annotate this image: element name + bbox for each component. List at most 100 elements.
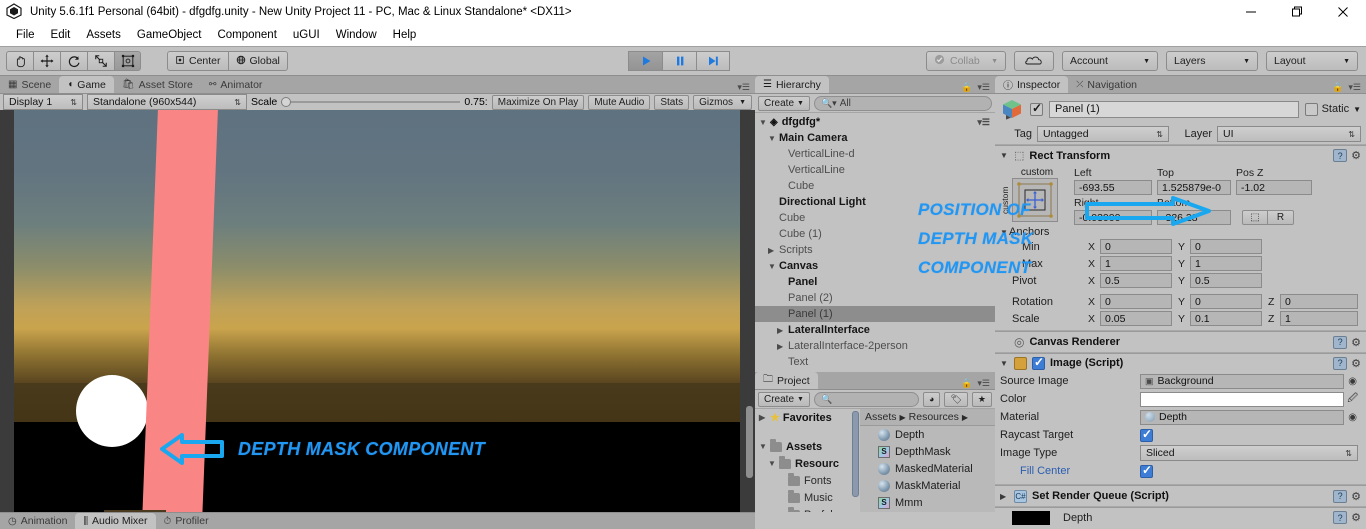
menu-assets[interactable]: Assets [78,27,129,43]
minimize-button[interactable] [1228,0,1274,24]
tag-dropdown[interactable]: Untagged ⇅ [1037,126,1169,142]
chevron-right-icon[interactable]: ▶ [759,413,770,422]
lock-icon[interactable]: 🔒 [961,378,972,389]
chevron-down-icon[interactable]: ▼ [1000,151,1009,160]
fill-center-checkbox[interactable] [1140,463,1153,478]
object-picker-icon[interactable]: ◉ [1348,376,1357,387]
tab-navigation[interactable]: ⤫ Navigation [1068,76,1145,93]
lock-icon[interactable]: 🔒 [1332,82,1343,93]
rect-transform-header[interactable]: ▼ ⬚ Rect Transform ? ⚙ [995,145,1366,165]
anchor-min-y-field[interactable]: 0 [1190,239,1262,254]
gear-icon[interactable]: ⚙ [1351,336,1361,349]
image-enabled-checkbox[interactable] [1032,355,1045,370]
pause-button[interactable] [662,51,696,71]
chevron-right-icon[interactable]: ▶ [1000,492,1009,501]
gizmos-button[interactable]: Gizmos ▼ [693,94,752,110]
chevron-down-icon[interactable]: ▼ [759,442,770,451]
play-button[interactable] [628,51,662,71]
hierarchy-item[interactable]: Panel (2) [755,290,995,306]
project-create-button[interactable]: Create ▼ [758,391,810,407]
rect-tool-button[interactable] [114,51,141,71]
rotation-z-field[interactable]: 0 [1280,294,1358,309]
filter-by-label-button[interactable]: 🏷 [944,391,968,407]
gear-icon[interactable]: ⚙ [1351,149,1361,162]
panel-menu-icon[interactable]: ▾☰ [977,378,990,389]
project-folder-item[interactable]: Fonts [755,472,860,489]
menu-ugui[interactable]: uGUI [285,27,328,43]
set-render-queue-header[interactable]: ▶ C# Set Render Queue (Script) ? ⚙ [995,485,1366,506]
maximize-on-play-button[interactable]: Maximize On Play [491,94,585,110]
filter-by-type-button[interactable]: ◕ [923,391,941,407]
pivot-y-field[interactable]: 0.5 [1190,273,1262,288]
hierarchy-scene-root[interactable]: ▼ ◈ dfgdfg* ▾☰ [755,114,995,130]
panel-menu-icon[interactable]: ▾☰ [977,117,995,128]
top-field[interactable]: 1.525879e-0 [1157,180,1231,195]
panel-menu-icon[interactable]: ▾☰ [977,82,990,93]
help-icon[interactable]: ? [1333,149,1348,162]
panel-menu-icon[interactable]: ▾☰ [737,82,750,93]
project-folder-item[interactable]: ▼ Resourc [755,455,860,472]
tab-game[interactable]: ◖ Game [59,76,114,93]
asset-item[interactable]: MaskMaterial [860,477,995,494]
chevron-right-icon[interactable]: ▶ [777,326,788,335]
tab-project[interactable]: 🗀 Project [755,372,818,389]
cloud-button[interactable] [1014,51,1054,71]
chevron-right-icon[interactable]: ▶ [768,246,779,255]
color-swatch-field[interactable] [1140,391,1345,407]
asset-item[interactable]: ReverseMask [860,511,995,512]
asset-item[interactable]: MaskedMaterial [860,460,995,477]
hierarchy-item[interactable]: VerticalLine-d [755,146,995,162]
layer-dropdown[interactable]: UI ⇅ [1217,126,1361,142]
scale-tool-button[interactable] [87,51,114,71]
lock-icon[interactable]: 🔒 [961,82,972,93]
chevron-right-icon[interactable]: ▶ [777,342,788,351]
tab-animation[interactable]: ◷ Animation [0,513,75,529]
mute-audio-button[interactable]: Mute Audio [588,94,651,110]
blueprint-mode-button[interactable]: ⬚ [1242,210,1268,225]
scale-slider[interactable] [281,96,461,108]
chevron-down-icon[interactable]: ▼ [768,262,779,271]
chevron-down-icon[interactable]: ▼ [768,134,779,143]
stats-button[interactable]: Stats [654,94,690,110]
anchor-max-x-field[interactable]: 1 [1100,256,1172,271]
move-tool-button[interactable] [33,51,60,71]
tab-asset-store[interactable]: 🛍 Asset Store [114,76,201,93]
layout-button[interactable]: Layout ▼ [1266,51,1358,71]
canvas-renderer-header[interactable]: ◎ Canvas Renderer ? ⚙ [995,331,1366,352]
rotate-tool-button[interactable] [60,51,87,71]
pivot-rotation-button[interactable]: Global [227,51,288,71]
maximize-button[interactable] [1274,0,1320,24]
gear-icon[interactable]: ⚙ [1351,511,1361,524]
gear-icon[interactable]: ⚙ [1351,490,1361,503]
panel-menu-icon[interactable]: ▾☰ [1348,82,1361,93]
breadcrumb-assets[interactable]: Assets [865,411,897,423]
tab-profiler[interactable]: ⏱ Profiler [156,513,217,529]
project-tree-scrollbar[interactable] [852,411,859,497]
eyedropper-icon[interactable]: 🖉 [1347,391,1358,408]
tab-audio-mixer[interactable]: ⫼ Audio Mixer [75,513,156,529]
hierarchy-search-input[interactable]: 🔍▾ All [813,95,992,111]
raw-edit-button[interactable]: R [1268,210,1294,225]
menu-component[interactable]: Component [209,27,284,43]
chevron-down-icon[interactable]: ▼ [759,118,770,127]
menu-gameobject[interactable]: GameObject [129,27,210,43]
scale-slider-group[interactable]: Scale 0.75: [251,96,488,108]
project-assets-row[interactable]: ▼ Assets [755,438,860,455]
object-picker-icon[interactable]: ◉ [1348,412,1357,423]
collab-button[interactable]: Collab ▼ [926,51,1006,71]
project-folder-item[interactable]: Music [755,489,860,506]
help-icon[interactable]: ? [1333,489,1348,503]
hierarchy-item[interactable]: ▼ Main Camera [755,130,995,146]
asset-item[interactable]: S DepthMask [860,443,995,460]
gear-icon[interactable]: ⚙ [1351,357,1361,370]
chevron-down-icon[interactable]: ▼ [1353,105,1361,114]
source-image-field[interactable]: ▣ Background [1140,373,1345,389]
project-folder-item[interactable]: Prefab [755,506,860,512]
help-icon[interactable]: ? [1333,511,1348,524]
menu-file[interactable]: File [8,27,43,43]
layers-button[interactable]: Layers ▼ [1166,51,1258,71]
display-dropdown[interactable]: Display 1 ⇅ [3,94,83,110]
menu-edit[interactable]: Edit [43,27,79,43]
pivot-mode-button[interactable]: Center [167,51,228,71]
tab-inspector[interactable]: ⓘ Inspector [995,76,1069,93]
